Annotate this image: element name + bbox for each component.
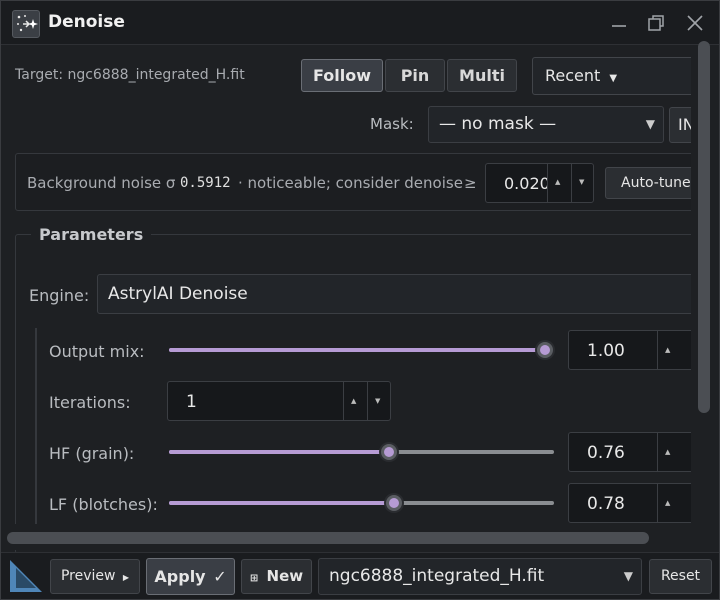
reset-button[interactable]: Reset [649, 559, 712, 594]
engine-value: AstrylAI Denoise [108, 284, 248, 304]
noise-sigma-value: 0.5912 [180, 175, 231, 191]
restore-icon[interactable] [644, 11, 668, 35]
hf-grain-slider[interactable] [169, 450, 554, 454]
threshold-stepper-icon[interactable]: ▲ [547, 164, 569, 202]
follow-button[interactable]: Follow [301, 59, 383, 92]
recent-dropdown[interactable]: Recent ▼ [532, 57, 702, 95]
recent-label: Recent [545, 66, 601, 85]
preview-button[interactable]: Preview ▶ [50, 559, 140, 594]
file-value: ngc6888_integrated_H.fit [329, 566, 545, 586]
denoise-window: Denoise Target: ngc6888_integrated_H.fit… [0, 0, 720, 600]
iterations-stepper-icon[interactable]: ▲ [343, 382, 365, 420]
check-icon: ✓ [213, 567, 227, 586]
mask-value: — no mask — [439, 114, 557, 134]
pin-button[interactable]: Pin [385, 59, 445, 92]
iterations-spinbox[interactable]: 1 ▲ ▼ [167, 381, 391, 421]
lf-blotches-slider[interactable] [169, 501, 554, 505]
threshold-dropdown-icon[interactable]: ▼ [571, 164, 593, 202]
horizontal-scrollbar-thumb[interactable] [7, 532, 649, 544]
title-bar: Denoise [1, 1, 719, 45]
iterations-label: Iterations: [49, 393, 131, 412]
iterations-dropdown-icon[interactable]: ▼ [367, 382, 389, 420]
target-label: Target: ngc6888_integrated_H.fit [15, 67, 245, 83]
engine-select[interactable]: AstrylAI Denoise [97, 274, 707, 314]
engine-label: Engine: [29, 286, 90, 305]
hf-grain-slider-handle[interactable] [381, 444, 397, 460]
sparkle-stars-icon [12, 10, 40, 38]
auto-tune-button[interactable]: Auto-tune [605, 167, 705, 199]
lf-blotches-value: 0.78 [587, 494, 625, 514]
window-title: Denoise [48, 12, 125, 32]
output-mix-stepper-icon[interactable]: ▲ [657, 331, 679, 369]
lf-blotches-slider-handle[interactable] [386, 495, 402, 511]
hf-grain-value: 0.76 [587, 443, 625, 463]
new-label: New [266, 567, 304, 585]
caret-right-icon: ▶ [122, 573, 130, 582]
hf-grain-stepper-icon[interactable]: ▲ [657, 433, 679, 471]
threshold-spinbox[interactable]: 0.0200 ▲ ▼ [485, 163, 594, 203]
lf-blotches-label: LF (blotches): [49, 495, 158, 514]
indent-guide [35, 328, 37, 538]
chevron-down-icon: ▼ [623, 569, 633, 583]
iterations-value: 1 [186, 392, 197, 412]
threshold-operator: ≥ [464, 174, 477, 192]
mask-label: Mask: [370, 115, 414, 133]
apply-label: Apply [154, 567, 206, 586]
output-mix-slider[interactable] [169, 348, 545, 352]
apply-button[interactable]: Apply ✓ [146, 558, 235, 595]
vertical-scrollbar-thumb[interactable] [698, 41, 710, 413]
output-mix-value: 1.00 [587, 341, 625, 361]
minimize-icon[interactable] [607, 11, 631, 35]
hf-grain-label: HF (grain): [49, 444, 135, 463]
new-button[interactable]: ⊞ New [241, 559, 312, 594]
caret-down-icon: ▼ [609, 73, 618, 84]
resize-corner-icon[interactable] [7, 557, 45, 595]
noise-prefix: Background noise σ [27, 174, 176, 192]
multi-button[interactable]: Multi [447, 59, 517, 92]
noise-assessment: · noticeable; consider denoise [238, 174, 463, 192]
file-select[interactable]: ngc6888_integrated_H.fit ▼ [318, 558, 642, 595]
mask-select[interactable]: — no mask — ▼ [428, 106, 664, 143]
output-mix-label: Output mix: [49, 342, 145, 361]
preview-label: Preview [60, 568, 116, 584]
close-icon[interactable] [683, 11, 707, 35]
output-mix-slider-handle[interactable] [537, 342, 553, 358]
chevron-down-icon: ▼ [645, 117, 655, 131]
parameters-title: Parameters [31, 225, 152, 244]
grid-plus-icon: ⊞ [249, 573, 259, 584]
lf-blotches-stepper-icon[interactable]: ▲ [657, 484, 679, 522]
